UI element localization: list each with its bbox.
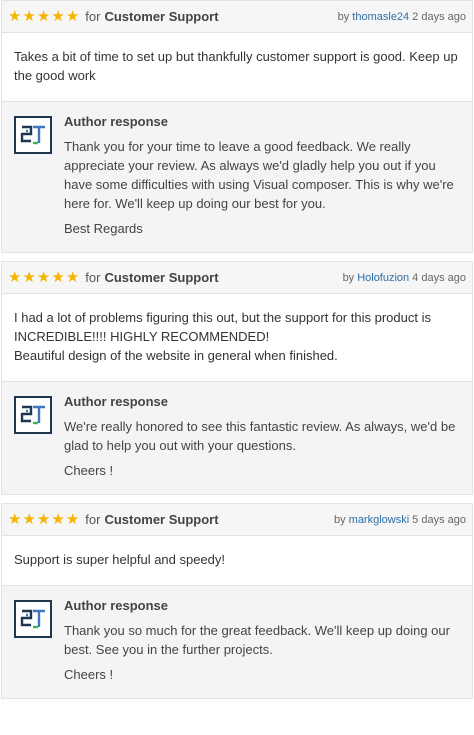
review-header: ★ ★ ★ ★ ★ for Customer Support by thomasle24 2… (2, 1, 472, 33)
review-card: ★ ★ ★ ★ ★ for Customer Support by thomasle24 2… (1, 0, 473, 253)
response-title: Author response (64, 598, 169, 613)
star-icon: ★ (36, 269, 51, 286)
response-sign-off: Cheers ! (64, 667, 114, 682)
review-meta: by Holofuzion 4 days ago (343, 272, 466, 284)
reviewer-link[interactable]: markglowski (349, 514, 410, 526)
star-rating: ★ ★ ★ ★ ★ (8, 512, 79, 527)
author-response: Author response Thank you so much for th… (2, 585, 472, 698)
star-icon: ★ (22, 8, 36, 25)
star-icon: ★ (8, 8, 22, 25)
star-icon: ★ (8, 269, 22, 286)
review-category: Customer Support (104, 270, 219, 285)
star-icon: ★ (22, 269, 36, 286)
review-header: ★ ★ ★ ★ ★ for Customer Support by markglowski… (2, 504, 472, 536)
author-logo-icon (14, 116, 52, 154)
review-category: Customer Support (104, 512, 219, 527)
review-body: Takes a bit of time to set up but thankf… (2, 33, 472, 101)
star-icon: ★ (51, 511, 65, 528)
star-icon: ★ (65, 269, 80, 286)
author-logo-icon (14, 396, 52, 434)
review-body: I had a lot of problems figuring this ou… (2, 294, 472, 381)
review-date: 2 days ago (412, 10, 466, 23)
for-label: for (85, 512, 101, 527)
response-sign-off: Best Regards (64, 221, 143, 236)
reviewer-link[interactable]: Holofuzion (357, 272, 409, 284)
author-response: Author response We're really honored to … (2, 381, 472, 494)
star-icon: ★ (51, 269, 65, 286)
reviews-list: ★ ★ ★ ★ ★ for Customer Support by thomasle24 2… (0, 0, 474, 699)
star-icon: ★ (22, 511, 36, 528)
review-text: Takes a bit of time to set up but thankf… (14, 49, 458, 83)
response-text: Thank you for your time to leave a good … (64, 139, 454, 211)
star-icon: ★ (8, 511, 22, 528)
review-text: Beautiful design of the website in gener… (14, 348, 338, 363)
for-label: for (85, 9, 101, 24)
author-response: Author response Thank you for your time … (2, 101, 472, 252)
review-card: ★ ★ ★ ★ ★ for Customer Support by markglowski… (1, 503, 473, 699)
reviewer-link[interactable]: thomasle24 (352, 11, 409, 23)
review-text: I had a lot of problems figuring this ou… (14, 310, 431, 344)
star-rating: ★ ★ ★ ★ ★ (8, 270, 79, 285)
review-body: Support is super helpful and speedy! (2, 536, 472, 585)
review-card: ★ ★ ★ ★ ★ for Customer Support by Holofuzion 4… (1, 261, 473, 495)
author-logo-icon (14, 600, 52, 638)
review-date: 4 days ago (412, 271, 466, 284)
by-label: by (337, 10, 350, 23)
response-content: Author response Thank you for your time … (64, 114, 460, 236)
review-header: ★ ★ ★ ★ ★ for Customer Support by Holofuzion 4… (2, 262, 472, 294)
review-meta: by markglowski 5 days ago (334, 514, 466, 526)
response-content: Author response We're really honored to … (64, 394, 460, 478)
response-content: Author response Thank you so much for th… (64, 598, 460, 682)
response-sign-off: Cheers ! (64, 463, 114, 478)
response-text: We're really honored to see this fantast… (64, 419, 456, 453)
star-icon: ★ (36, 511, 51, 528)
review-category: Customer Support (104, 9, 219, 24)
by-label: by (342, 271, 355, 284)
review-text: Support is super helpful and speedy! (14, 552, 226, 567)
response-title: Author response (64, 114, 169, 129)
review-meta: by thomasle24 2 days ago (338, 11, 466, 23)
review-date: 5 days ago (412, 513, 466, 526)
response-text: Thank you so much for the great feedback… (64, 623, 450, 657)
star-icon: ★ (51, 8, 65, 25)
for-label: for (85, 270, 101, 285)
by-label: by (334, 513, 346, 526)
response-title: Author response (64, 394, 169, 409)
star-rating: ★ ★ ★ ★ ★ (8, 9, 79, 24)
star-icon: ★ (65, 8, 80, 25)
star-icon: ★ (36, 8, 51, 25)
star-icon: ★ (65, 511, 80, 528)
